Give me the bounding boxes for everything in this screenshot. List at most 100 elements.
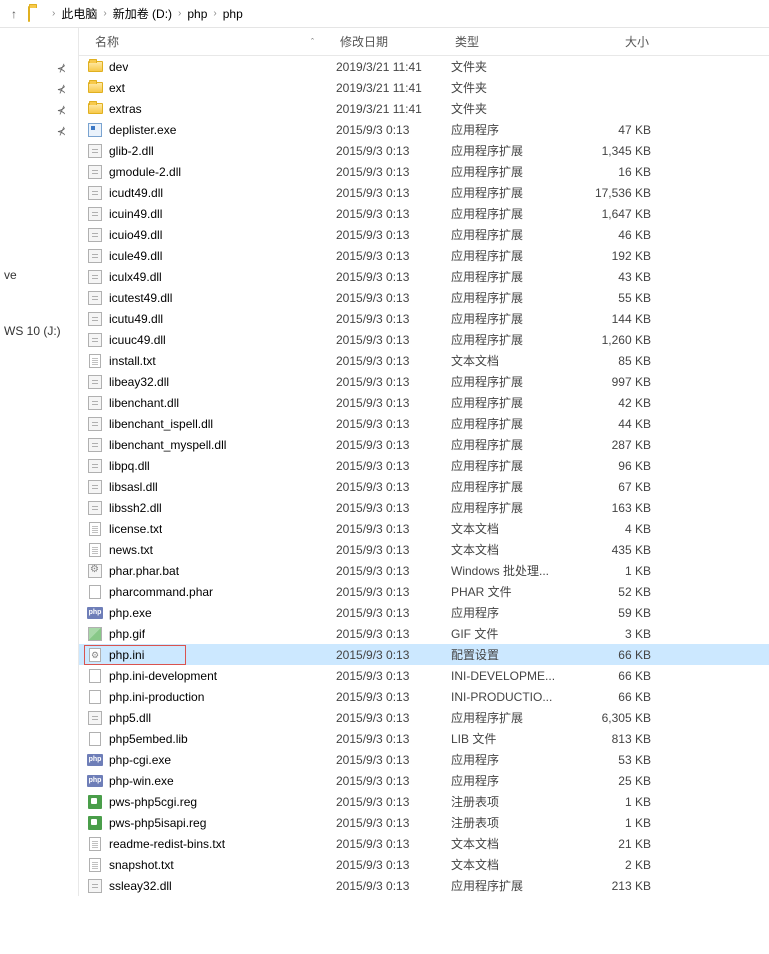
file-name-cell[interactable]: readme-redist-bins.txt [87,836,336,852]
file-name-cell[interactable]: glib-2.dll [87,143,336,159]
sidebar-item[interactable]: WS 10 (J:) [0,318,78,344]
file-name-cell[interactable]: icuuc49.dll [87,332,336,348]
file-row[interactable]: icule49.dll2015/9/3 0:13应用程序扩展192 KB [79,245,769,266]
file-row[interactable]: gmodule-2.dll2015/9/3 0:13应用程序扩展16 KB [79,161,769,182]
breadcrumb-item[interactable]: 此电脑 [57,5,101,22]
file-row[interactable]: php5.dll2015/9/3 0:13应用程序扩展6,305 KB [79,707,769,728]
file-name-cell[interactable]: libeay32.dll [87,374,336,390]
file-row[interactable]: dev2019/3/21 11:41文件夹 [79,56,769,77]
file-row[interactable]: libeay32.dll2015/9/3 0:13应用程序扩展997 KB [79,371,769,392]
file-name-cell[interactable]: news.txt [87,542,336,558]
column-header-size[interactable]: 大小 [574,33,659,50]
file-name-cell[interactable]: phpphp-win.exe [87,773,336,789]
breadcrumb[interactable]: ↑ › 此电脑 › 新加卷 (D:) › php › php [0,0,769,28]
file-row[interactable]: libssh2.dll2015/9/3 0:13应用程序扩展163 KB [79,497,769,518]
file-row[interactable]: install.txt2015/9/3 0:13文本文档85 KB [79,350,769,371]
file-row[interactable]: libpq.dll2015/9/3 0:13应用程序扩展96 KB [79,455,769,476]
file-row[interactable]: php.ini-production2015/9/3 0:13INI-PRODU… [79,686,769,707]
file-type: 应用程序扩展 [451,163,576,180]
dll-icon [88,417,102,431]
file-row[interactable]: icuin49.dll2015/9/3 0:13应用程序扩展1,647 KB [79,203,769,224]
pin-icon[interactable]: ⊀ [0,79,78,100]
file-row[interactable]: license.txt2015/9/3 0:13文本文档4 KB [79,518,769,539]
file-row[interactable]: ssleay32.dll2015/9/3 0:13应用程序扩展213 KB [79,875,769,896]
file-row[interactable]: icutest49.dll2015/9/3 0:13应用程序扩展55 KB [79,287,769,308]
file-name-cell[interactable]: php.ini-development [87,668,336,684]
file-name-cell[interactable]: pws-php5cgi.reg [87,794,336,810]
pin-icon[interactable]: ⊀ [0,58,78,79]
file-row[interactable]: pharcommand.phar2015/9/3 0:13PHAR 文件52 K… [79,581,769,602]
file-row[interactable]: icuio49.dll2015/9/3 0:13应用程序扩展46 KB [79,224,769,245]
pin-icon[interactable]: ⊀ [0,100,78,121]
file-name-cell[interactable]: icuin49.dll [87,206,336,222]
file-name-cell[interactable]: libssh2.dll [87,500,336,516]
file-row[interactable]: phpphp-win.exe2015/9/3 0:13应用程序25 KB [79,770,769,791]
file-name-cell[interactable]: php5.dll [87,710,336,726]
file-row[interactable]: iculx49.dll2015/9/3 0:13应用程序扩展43 KB [79,266,769,287]
file-name-cell[interactable]: gmodule-2.dll [87,164,336,180]
sidebar-item[interactable]: ve [0,262,78,288]
file-name-cell[interactable]: pharcommand.phar [87,584,336,600]
file-name-cell[interactable]: libpq.dll [87,458,336,474]
file-row[interactable]: libsasl.dll2015/9/3 0:13应用程序扩展67 KB [79,476,769,497]
file-name-cell[interactable]: libenchant.dll [87,395,336,411]
file-name-cell[interactable]: icudt49.dll [87,185,336,201]
file-row[interactable]: libenchant.dll2015/9/3 0:13应用程序扩展42 KB [79,392,769,413]
file-name-cell[interactable]: php5embed.lib [87,731,336,747]
pin-icon[interactable]: ⊀ [0,121,78,142]
file-name-cell[interactable]: php.ini-production [87,689,336,705]
column-header-name[interactable]: 名称 ˆ [79,33,334,50]
file-row[interactable]: icudt49.dll2015/9/3 0:13应用程序扩展17,536 KB [79,182,769,203]
file-size: 67 KB [576,480,661,494]
breadcrumb-item[interactable]: php [219,7,247,21]
file-row[interactable]: pws-php5cgi.reg2015/9/3 0:13注册表项1 KB [79,791,769,812]
file-name-cell[interactable]: libsasl.dll [87,479,336,495]
file-row[interactable]: glib-2.dll2015/9/3 0:13应用程序扩展1,345 KB [79,140,769,161]
file-name-cell[interactable]: php.ini [87,647,336,663]
file-row[interactable]: phpphp.exe2015/9/3 0:13应用程序59 KB [79,602,769,623]
file-name-cell[interactable]: ssleay32.dll [87,878,336,894]
file-row[interactable]: libenchant_ispell.dll2015/9/3 0:13应用程序扩展… [79,413,769,434]
file-name-cell[interactable]: icutu49.dll [87,311,336,327]
file-name-cell[interactable]: ext [87,80,336,96]
file-name-cell[interactable]: deplister.exe [87,122,336,138]
file-name-cell[interactable]: php.gif [87,626,336,642]
column-header-type[interactable]: 类型 [449,33,574,50]
file-row[interactable]: deplister.exe2015/9/3 0:13应用程序47 KB [79,119,769,140]
file-row[interactable]: libenchant_myspell.dll2015/9/3 0:13应用程序扩… [79,434,769,455]
breadcrumb-item[interactable]: php [183,7,211,21]
file-row[interactable]: phpphp-cgi.exe2015/9/3 0:13应用程序53 KB [79,749,769,770]
file-name-cell[interactable]: snapshot.txt [87,857,336,873]
file-name-cell[interactable]: dev [87,59,336,75]
file-row[interactable]: ext2019/3/21 11:41文件夹 [79,77,769,98]
file-row[interactable]: pws-php5isapi.reg2015/9/3 0:13注册表项1 KB [79,812,769,833]
file-row[interactable]: news.txt2015/9/3 0:13文本文档435 KB [79,539,769,560]
file-row[interactable]: php.gif2015/9/3 0:13GIF 文件3 KB [79,623,769,644]
file-row[interactable]: readme-redist-bins.txt2015/9/3 0:13文本文档2… [79,833,769,854]
file-name-cell[interactable]: icule49.dll [87,248,336,264]
file-name-cell[interactable]: pws-php5isapi.reg [87,815,336,831]
file-row[interactable]: php5embed.lib2015/9/3 0:13LIB 文件813 KB [79,728,769,749]
file-name-cell[interactable]: extras [87,101,336,117]
file-name-cell[interactable]: license.txt [87,521,336,537]
file-name-cell[interactable]: phar.phar.bat [87,563,336,579]
file-row[interactable]: icutu49.dll2015/9/3 0:13应用程序扩展144 KB [79,308,769,329]
file-row[interactable]: icuuc49.dll2015/9/3 0:13应用程序扩展1,260 KB [79,329,769,350]
file-name-cell[interactable]: install.txt [87,353,336,369]
file-name-cell[interactable]: icutest49.dll [87,290,336,306]
file-name-cell[interactable]: icuio49.dll [87,227,336,243]
file-row[interactable]: snapshot.txt2015/9/3 0:13文本文档2 KB [79,854,769,875]
file-row[interactable]: php.ini-development2015/9/3 0:13INI-DEVE… [79,665,769,686]
file-name-cell[interactable]: phpphp-cgi.exe [87,752,336,768]
file-name-cell[interactable]: libenchant_ispell.dll [87,416,336,432]
file-row[interactable]: extras2019/3/21 11:41文件夹 [79,98,769,119]
file-row[interactable]: phar.phar.bat2015/9/3 0:13Windows 批处理...… [79,560,769,581]
file-icon-wrap [87,836,103,852]
file-name-cell[interactable]: libenchant_myspell.dll [87,437,336,453]
up-button[interactable]: ↑ [4,7,24,21]
file-name-cell[interactable]: iculx49.dll [87,269,336,285]
column-header-date[interactable]: 修改日期 [334,33,449,50]
file-row[interactable]: php.ini2015/9/3 0:13配置设置66 KB [79,644,769,665]
breadcrumb-item[interactable]: 新加卷 (D:) [109,5,176,22]
file-name-cell[interactable]: phpphp.exe [87,605,336,621]
